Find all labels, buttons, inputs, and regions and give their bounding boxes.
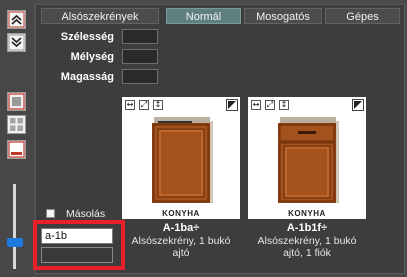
cabinet-drawer-door-illustration: [278, 117, 339, 203]
double-chevron-down-icon: [8, 34, 25, 51]
panel-bottom-icon: [8, 141, 25, 158]
double-chevron-up-icon: [8, 11, 25, 28]
grid-icon: [8, 116, 25, 133]
grid-view-button[interactable]: [7, 115, 26, 134]
resize-diagonal-icon[interactable]: ⤢: [139, 100, 149, 110]
product-description: Alsószekrény, 1 bukó ajtó: [131, 235, 231, 259]
flip-corner-icon[interactable]: [226, 99, 238, 111]
width-input[interactable]: [122, 29, 158, 44]
product-card-image[interactable]: ↔ ⤢ ↕ KONYHA: [248, 97, 366, 219]
resize-diagonal-icon[interactable]: ⤢: [265, 100, 275, 110]
tab-gepes[interactable]: Gépes: [325, 8, 400, 24]
copy-checkbox[interactable]: [46, 209, 55, 218]
width-label: Szélesség: [60, 31, 114, 43]
zoom-slider-track[interactable]: [13, 184, 16, 269]
square-view-icon: [8, 93, 25, 110]
resize-horizontal-icon[interactable]: ↔: [251, 100, 261, 110]
height-input[interactable]: [122, 69, 158, 84]
depth-label: Mélység: [70, 51, 114, 63]
flip-corner-icon[interactable]: [352, 99, 364, 111]
name-input[interactable]: a-1b: [41, 228, 113, 244]
expand-down-button[interactable]: [7, 33, 26, 52]
resize-horizontal-icon[interactable]: ↔: [125, 100, 135, 110]
left-toolbar: [0, 0, 33, 277]
copy-label: Másolás: [66, 208, 106, 220]
height-label: Magasság: [60, 71, 114, 83]
product-description: Alsószekrény, 1 bukó ajtó, 1 fiók: [257, 235, 357, 259]
collapse-up-button[interactable]: [7, 10, 26, 29]
depth-input[interactable]: [122, 49, 158, 64]
zoom-slider-thumb[interactable]: [7, 238, 23, 247]
product-code: A-1ba÷: [162, 222, 200, 234]
brand-label: KONYHA: [162, 209, 200, 218]
resize-vertical-icon[interactable]: ↕: [279, 100, 289, 110]
product-card-image[interactable]: ↔ ⤢ ↕ KONYHA: [122, 97, 240, 219]
product-code: A-1b1f÷: [286, 222, 328, 234]
tab-alsoszekrenyek[interactable]: Alsószekrények: [41, 8, 159, 24]
detail-view-button[interactable]: [7, 140, 26, 159]
resize-vertical-icon[interactable]: ↕: [153, 100, 163, 110]
brand-label: KONYHA: [288, 209, 326, 218]
tab-mosogatos[interactable]: Mosogatós: [244, 8, 322, 24]
single-view-button[interactable]: [7, 92, 26, 111]
tab-normal[interactable]: Normál: [166, 8, 241, 24]
secondary-input[interactable]: [41, 247, 113, 263]
cabinet-door-illustration: [152, 117, 213, 203]
